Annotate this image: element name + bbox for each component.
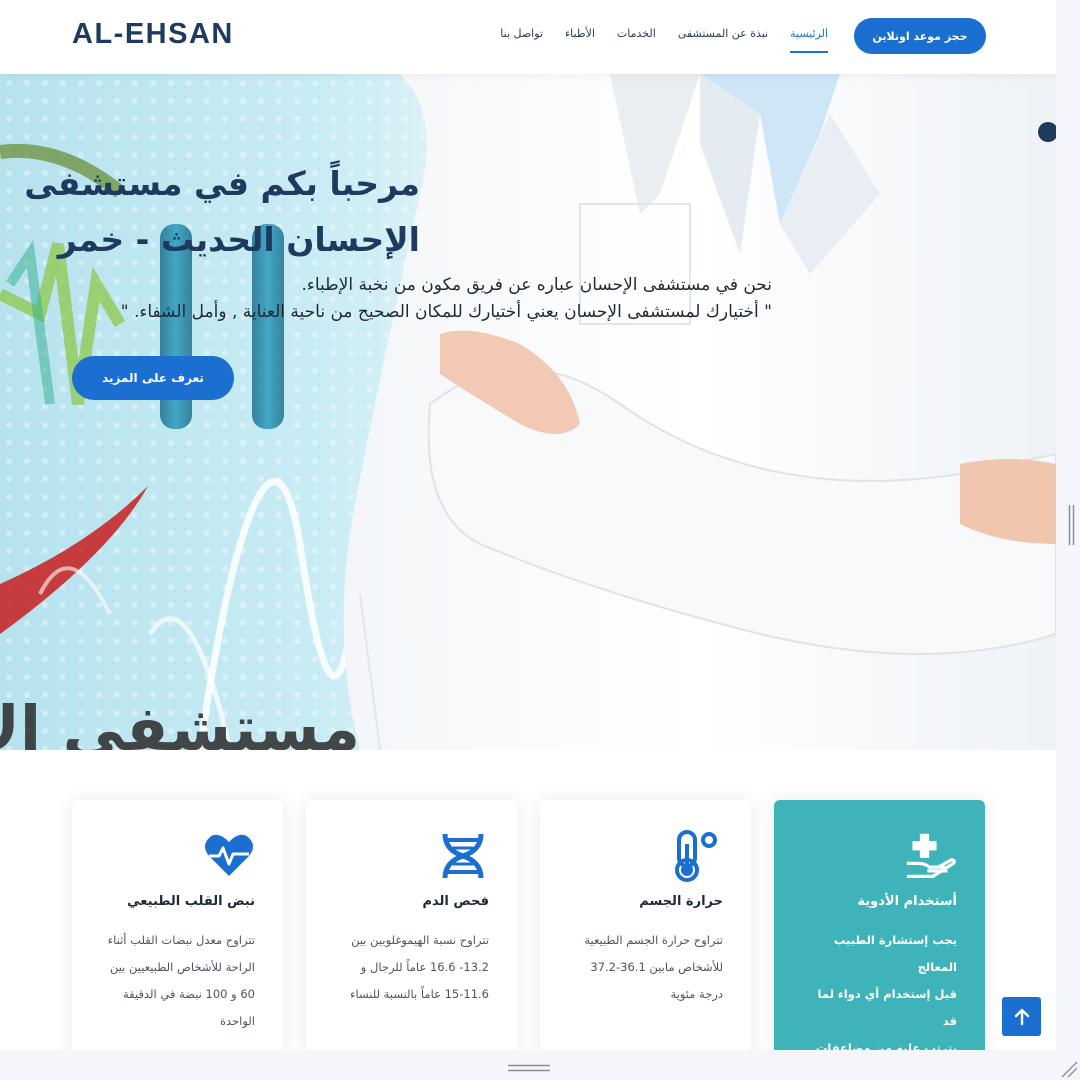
page: AL-EHSAN الرئيسية نبذة عن المستشفى الخدم… (0, 0, 1056, 1050)
back-to-top-button[interactable] (1002, 997, 1041, 1036)
hero-desc-line1: نحن في مستشفى الإحسان عباره عن فريق مكون… (301, 275, 772, 295)
card-medication-use[interactable]: أستخدام الأدوية يجب إستشارة الطبيب المعا… (774, 800, 985, 1050)
learn-more-button[interactable]: تعرف على المزيد (72, 356, 234, 400)
card-text: تتراوح معدل نبضات القلب أثناء الراحة للأ… (107, 933, 255, 1028)
card-title: حرارة الجسم (639, 894, 723, 909)
heart-pulse-icon (205, 834, 253, 876)
hero-title: مرحباً بكم في مستشفى الإحسان الحديث - خم… (0, 156, 420, 268)
nav-item-services[interactable]: الخدمات (617, 27, 656, 53)
card-title: نبض القلب الطبيعي (127, 894, 255, 909)
card-text: تتراوح نسبة الهيموغلوبين بين 13.2- 16.6 … (350, 933, 489, 1001)
vertical-resize-handle[interactable] (1068, 505, 1075, 545)
nav-item-home[interactable]: الرئيسية (790, 27, 828, 53)
main-nav: الرئيسية نبذة عن المستشفى الخدمات الأطبا… (500, 27, 828, 53)
card-text: تتراوح حرارة الجسم الطبيعية للأشخاص مابي… (584, 933, 723, 1001)
hero-section: مستشفى الإ مرحباً بكم في مستشفى الإحسان … (0, 74, 1056, 750)
nav-item-about[interactable]: نبذة عن المستشفى (678, 27, 768, 53)
card-title: أستخدام الأدوية (857, 894, 957, 909)
top-navbar: AL-EHSAN الرئيسية نبذة عن المستشفى الخدم… (0, 0, 1056, 74)
hero-watermark-text: مستشفى الإ (0, 692, 360, 750)
hand-medical-icon (906, 833, 956, 879)
resize-grip-icon[interactable] (1058, 1058, 1078, 1078)
book-appointment-button[interactable]: حجز موعد اونلاين (854, 18, 986, 54)
dna-icon (442, 833, 484, 879)
card-blood-test[interactable]: فحص الدم تتراوح نسبة الهيموغلوبين بين 13… (306, 800, 517, 1050)
card-title: فحص الدم (422, 894, 489, 909)
hero-title-line1: مرحباً بكم في مستشفى (24, 164, 420, 203)
card-text: يجب إستشارة الطبيب المعالج قبل إستخدام أ… (815, 933, 957, 1050)
card-heart-rate[interactable]: نبض القلب الطبيعي تتراوح معدل نبضات القل… (72, 800, 283, 1050)
feature-cards: نبض القلب الطبيعي تتراوح معدل نبضات القل… (72, 800, 986, 1050)
site-logo[interactable]: AL-EHSAN (72, 18, 234, 51)
card-body-temperature[interactable]: حرارة الجسم تتراوح حرارة الجسم الطبيعية … (540, 800, 751, 1050)
hero-desc-line2: " أختيارك لمستشفى الإحسان يعني أختيارك ل… (120, 302, 772, 322)
hero-title-line2: الإحسان الحديث - خمر (57, 220, 420, 259)
thermometer-icon (675, 830, 717, 882)
arrow-up-icon (1014, 1008, 1029, 1025)
nav-item-contact[interactable]: تواصل بنا (500, 27, 543, 53)
horizontal-resize-handle[interactable] (508, 1063, 550, 1073)
nav-item-doctors[interactable]: الأطباء (565, 27, 595, 53)
hero-description: نحن في مستشفى الإحسان عباره عن فريق مكون… (72, 272, 772, 326)
